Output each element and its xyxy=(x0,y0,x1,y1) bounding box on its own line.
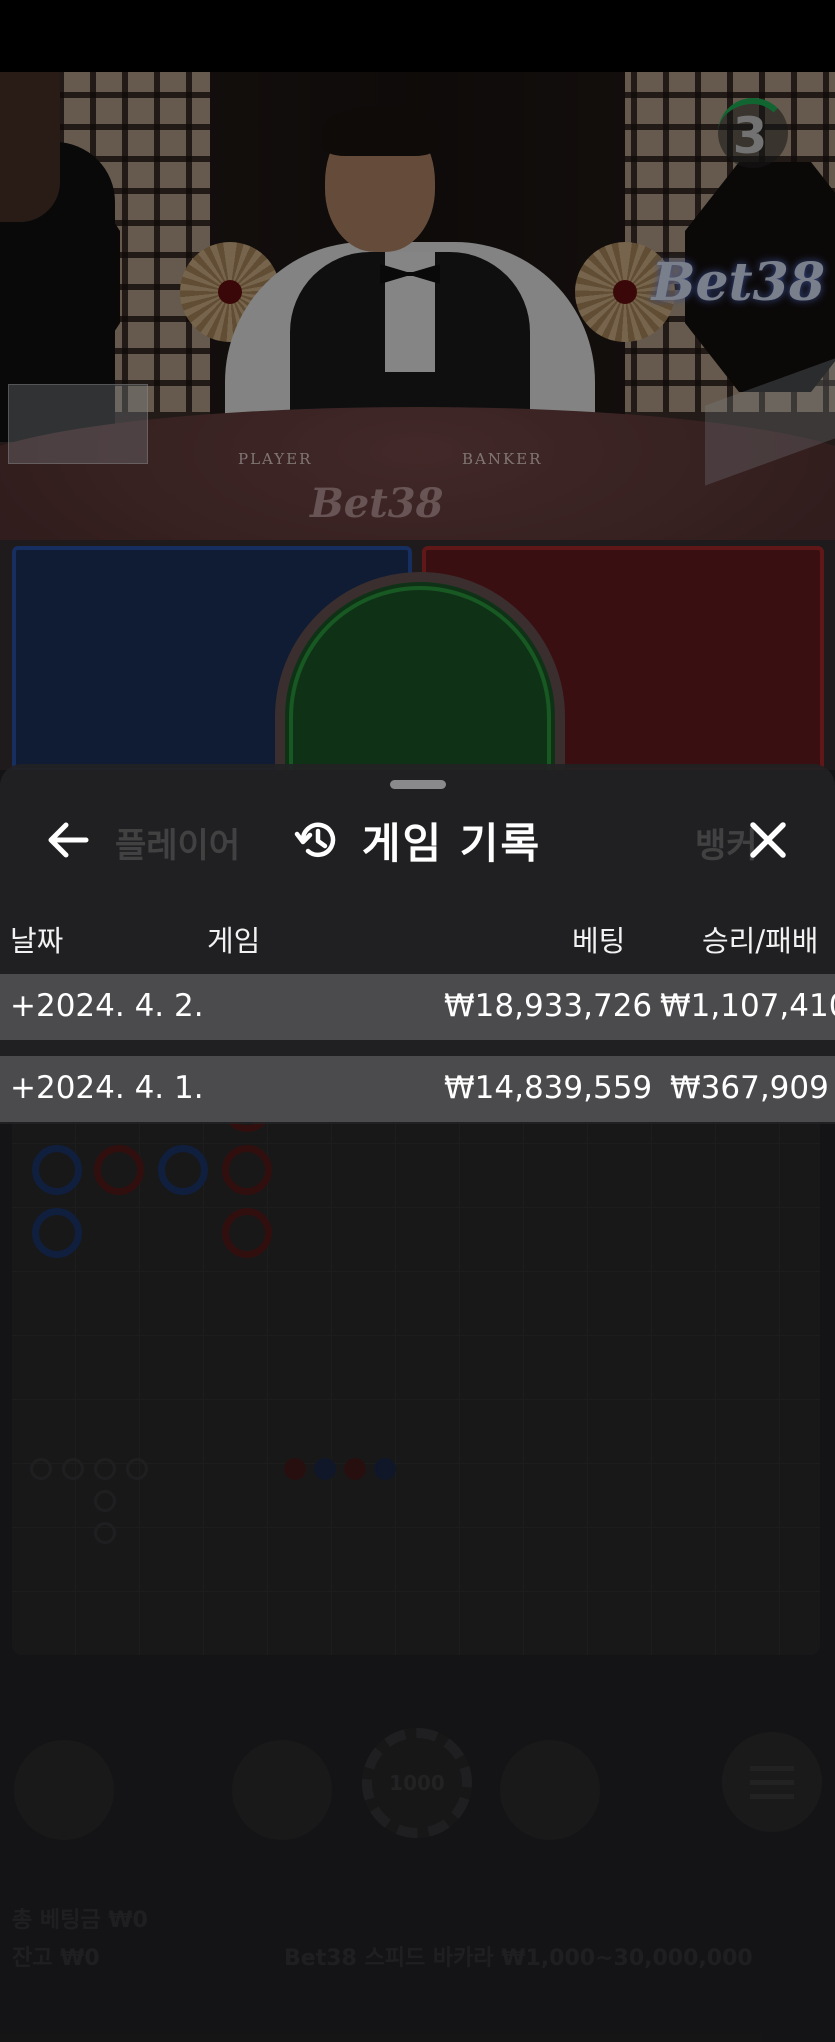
row-bet: ₩18,933,726 xyxy=(444,988,653,1024)
panel-title: 게임 기록 xyxy=(361,818,542,868)
column-header-bet: 베팅 xyxy=(572,924,626,958)
close-button[interactable] xyxy=(738,810,798,870)
column-header-game: 게임 xyxy=(207,924,261,958)
history-row[interactable]: +2024. 4. 2. ₩18,933,726 ₩1,107,410 xyxy=(0,974,835,1040)
row-bet: ₩14,839,559 xyxy=(444,1070,653,1106)
game-history-panel: 플레이어 뱅커 게임 기록 날짜 게임 베팅 승리/패배 +2024. 4. 2… xyxy=(0,764,835,1124)
row-date: +2024. 4. 1. xyxy=(10,1070,204,1106)
row-date: +2024. 4. 2. xyxy=(10,988,204,1024)
back-button[interactable] xyxy=(38,810,98,870)
row-result: ₩367,909 xyxy=(670,1070,829,1106)
status-bar xyxy=(0,0,835,72)
history-row[interactable]: +2024. 4. 1. ₩14,839,559 ₩367,909 xyxy=(0,1056,835,1122)
row-result: ₩1,107,410 xyxy=(660,988,835,1024)
ghost-player-label: 플레이어 xyxy=(115,826,241,866)
column-header-result: 승리/패배 xyxy=(702,924,819,958)
column-header-date: 날짜 xyxy=(10,924,64,958)
drag-handle[interactable] xyxy=(390,780,446,789)
close-icon xyxy=(750,822,786,858)
arrow-left-icon xyxy=(48,822,89,858)
history-icon xyxy=(294,822,336,857)
